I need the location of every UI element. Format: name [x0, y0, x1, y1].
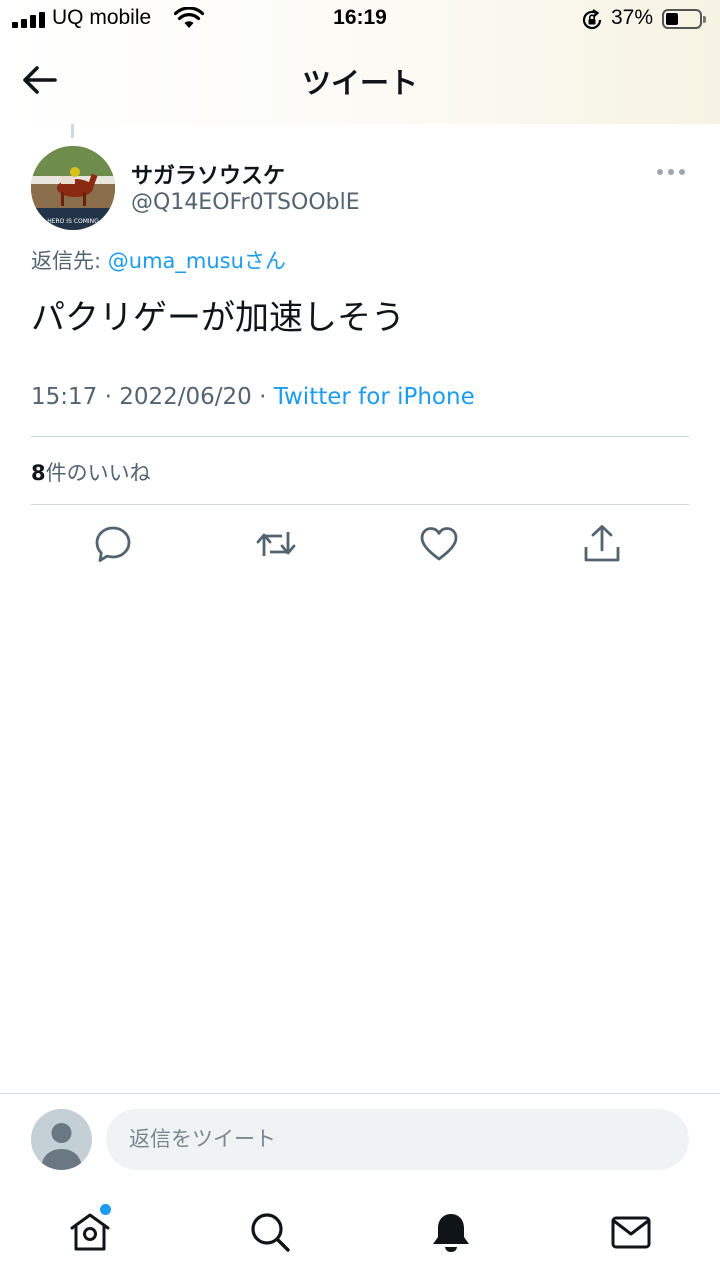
meta-separator-2: ·: [251, 384, 274, 410]
retweet-button[interactable]: [254, 522, 298, 566]
home-notification-dot: [100, 1204, 111, 1215]
orientation-lock-icon: [582, 9, 602, 30]
tab-home[interactable]: [68, 1210, 112, 1254]
tweet-text: パクリゲーが加速しそう: [31, 298, 405, 338]
reply-to-link[interactable]: @uma_musuさん: [108, 249, 286, 273]
reply-icon: [95, 526, 131, 562]
page-title: ツイート: [301, 66, 418, 100]
search-icon: [251, 1213, 290, 1252]
tweet-meta: 15:17 · 2022/06/20 · Twitter for iPhone: [31, 384, 475, 410]
tweet-date: 2022/06/20: [119, 384, 252, 410]
thread-line: [71, 124, 74, 138]
retweet-icon: [256, 532, 296, 556]
tweet-time: 15:17: [31, 384, 98, 410]
notifications-icon: [433, 1214, 469, 1252]
like-button[interactable]: [417, 522, 461, 566]
like-icon: [420, 527, 458, 561]
likes-number: 8: [31, 461, 46, 485]
my-avatar[interactable]: [31, 1109, 92, 1170]
share-button[interactable]: [580, 522, 624, 566]
battery-icon: [662, 9, 706, 29]
tab-messages[interactable]: [609, 1210, 653, 1254]
avatar-caption: HERO IS COMING: [47, 218, 99, 225]
reply-bar-divider: [0, 1093, 720, 1094]
battery-percent: 37%: [611, 6, 654, 29]
reply-context: 返信先: @uma_musuさん: [31, 245, 286, 275]
share-icon: [584, 525, 620, 562]
avatar[interactable]: HERO IS COMING: [31, 146, 115, 230]
meta-separator: ·: [97, 384, 120, 410]
user-handle[interactable]: @Q14EOFr0TSOOblE: [131, 190, 360, 215]
display-name[interactable]: サガラソウスケ: [131, 158, 285, 190]
messages-icon: [611, 1216, 651, 1249]
home-icon: [70, 1213, 110, 1251]
tweet-source-link[interactable]: Twitter for iPhone: [274, 384, 475, 410]
more-options-button[interactable]: [652, 158, 692, 186]
likes-label: 件のいいね: [45, 461, 151, 485]
reply-button[interactable]: [91, 522, 135, 566]
reply-prefix: 返信先:: [31, 249, 108, 273]
tab-notifications[interactable]: [429, 1210, 473, 1254]
battery-level: [666, 13, 678, 25]
status-bar: UQ mobile 16:19 37%: [0, 0, 720, 40]
more-icon: [657, 169, 685, 175]
likes-count-link[interactable]: 8件のいいね: [31, 457, 151, 487]
divider: [31, 504, 689, 505]
default-avatar-icon: [31, 1109, 92, 1170]
tab-search[interactable]: [248, 1210, 292, 1254]
reply-input[interactable]: 返信をツイート: [106, 1109, 689, 1170]
avatar-image: HERO IS COMING: [31, 146, 115, 230]
divider: [31, 436, 689, 437]
